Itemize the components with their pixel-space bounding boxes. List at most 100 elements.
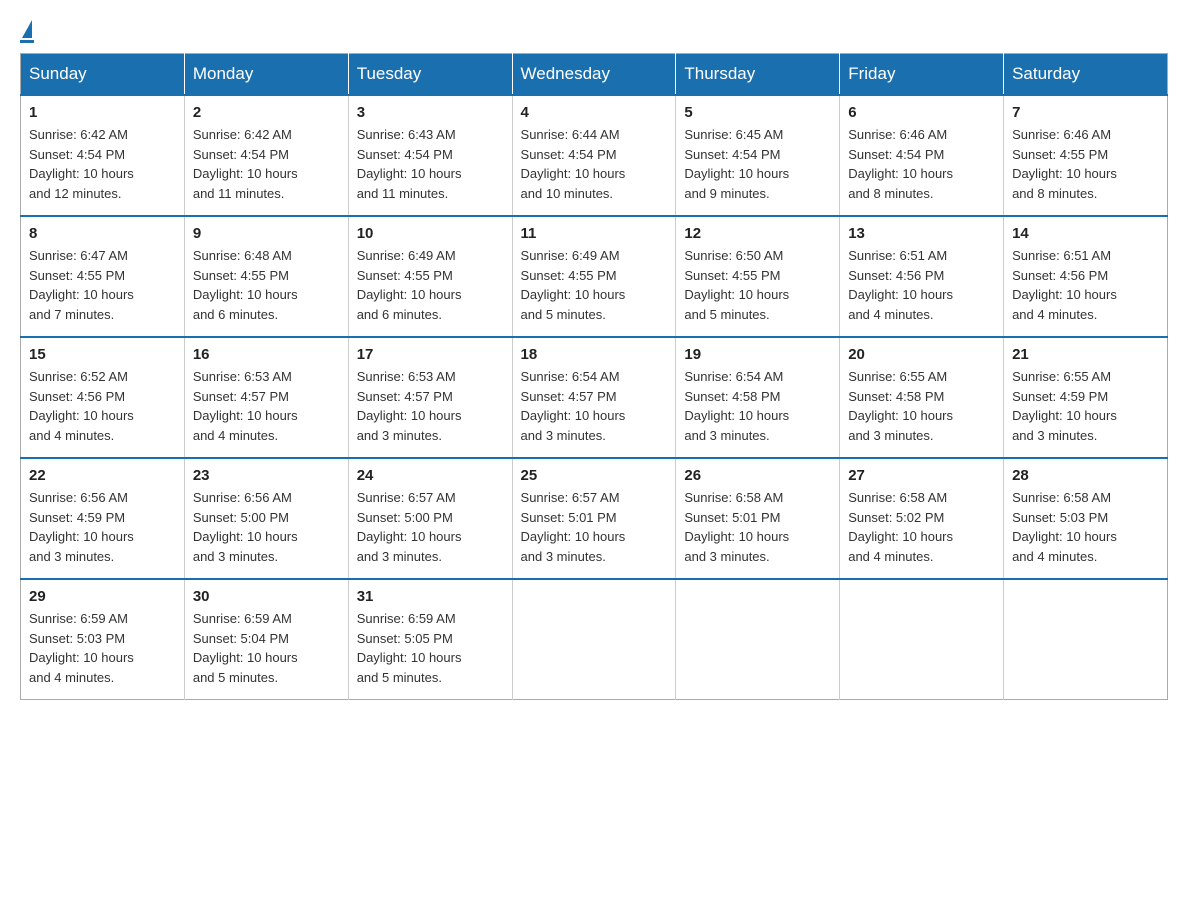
day-number: 6	[848, 104, 995, 121]
calendar-cell-w5-d4	[512, 579, 676, 700]
calendar-cell-w5-d7	[1004, 579, 1168, 700]
calendar-cell-w2-d1: 8Sunrise: 6:47 AMSunset: 4:55 PMDaylight…	[21, 216, 185, 337]
day-info: Sunrise: 6:45 AMSunset: 4:54 PMDaylight:…	[684, 125, 831, 203]
day-number: 12	[684, 225, 831, 242]
day-info: Sunrise: 6:51 AMSunset: 4:56 PMDaylight:…	[848, 246, 995, 324]
day-info: Sunrise: 6:58 AMSunset: 5:02 PMDaylight:…	[848, 488, 995, 566]
calendar-cell-w3-d6: 20 Sunrise: 6:55 AMSunset: 4:58 PMDayligh…	[840, 337, 1004, 458]
calendar-cell-w3-d3: 17 Sunrise: 6:53 AMSunset: 4:57 PMDayligh…	[348, 337, 512, 458]
calendar-week-5: 29 Sunrise: 6:59 AMSunset: 5:03 PMDayligh…	[21, 579, 1168, 700]
day-info: Sunrise: 6:46 AMSunset: 4:54 PMDaylight:…	[848, 125, 995, 203]
day-info: Sunrise: 6:58 AMSunset: 5:03 PMDaylight:…	[1012, 488, 1159, 566]
day-info: Sunrise: 6:55 AMSunset: 4:58 PMDaylight:…	[848, 367, 995, 445]
day-number: 29	[29, 588, 176, 605]
col-header-tuesday: Tuesday	[348, 54, 512, 96]
calendar-cell-w5-d2: 30 Sunrise: 6:59 AMSunset: 5:04 PMDayligh…	[184, 579, 348, 700]
day-info: Sunrise: 6:44 AMSunset: 4:54 PMDaylight:…	[521, 125, 668, 203]
page-header	[20, 20, 1168, 43]
day-info: Sunrise: 6:46 AMSunset: 4:55 PMDaylight:…	[1012, 125, 1159, 203]
calendar-cell-w4-d7: 28 Sunrise: 6:58 AMSunset: 5:03 PMDayligh…	[1004, 458, 1168, 579]
day-info: Sunrise: 6:54 AMSunset: 4:57 PMDaylight:…	[521, 367, 668, 445]
day-info: Sunrise: 6:59 AMSunset: 5:03 PMDaylight:…	[29, 609, 176, 687]
calendar-cell-w4-d1: 22 Sunrise: 6:56 AMSunset: 4:59 PMDayligh…	[21, 458, 185, 579]
calendar-cell-w1-d1: 1Sunrise: 6:42 AMSunset: 4:54 PMDaylight…	[21, 95, 185, 216]
day-info: Sunrise: 6:53 AMSunset: 4:57 PMDaylight:…	[357, 367, 504, 445]
day-info: Sunrise: 6:56 AMSunset: 4:59 PMDaylight:…	[29, 488, 176, 566]
day-number: 14	[1012, 225, 1159, 242]
day-number: 24	[357, 467, 504, 484]
col-header-thursday: Thursday	[676, 54, 840, 96]
calendar-cell-w4-d2: 23Sunrise: 6:56 AMSunset: 5:00 PMDayligh…	[184, 458, 348, 579]
day-number: 9	[193, 225, 340, 242]
calendar-header-row: Sunday Monday Tuesday Wednesday Thursday…	[21, 54, 1168, 96]
day-number: 8	[29, 225, 176, 242]
day-number: 28	[1012, 467, 1159, 484]
calendar-cell-w1-d6: 6 Sunrise: 6:46 AMSunset: 4:54 PMDaylight…	[840, 95, 1004, 216]
calendar-cell-w3-d2: 16Sunrise: 6:53 AMSunset: 4:57 PMDayligh…	[184, 337, 348, 458]
calendar-week-3: 15 Sunrise: 6:52 AMSunset: 4:56 PMDayligh…	[21, 337, 1168, 458]
day-number: 1	[29, 104, 176, 121]
calendar-cell-w2-d3: 10Sunrise: 6:49 AMSunset: 4:55 PMDayligh…	[348, 216, 512, 337]
day-info: Sunrise: 6:43 AMSunset: 4:54 PMDaylight:…	[357, 125, 504, 203]
calendar-cell-w1-d2: 2Sunrise: 6:42 AMSunset: 4:54 PMDaylight…	[184, 95, 348, 216]
col-header-monday: Monday	[184, 54, 348, 96]
calendar-cell-w5-d1: 29 Sunrise: 6:59 AMSunset: 5:03 PMDayligh…	[21, 579, 185, 700]
day-number: 19	[684, 346, 831, 363]
day-info: Sunrise: 6:49 AMSunset: 4:55 PMDaylight:…	[521, 246, 668, 324]
calendar-cell-w4-d3: 24 Sunrise: 6:57 AMSunset: 5:00 PMDayligh…	[348, 458, 512, 579]
calendar-week-2: 8Sunrise: 6:47 AMSunset: 4:55 PMDaylight…	[21, 216, 1168, 337]
day-number: 10	[357, 225, 504, 242]
calendar-cell-w3-d1: 15 Sunrise: 6:52 AMSunset: 4:56 PMDayligh…	[21, 337, 185, 458]
calendar-cell-w2-d4: 11 Sunrise: 6:49 AMSunset: 4:55 PMDayligh…	[512, 216, 676, 337]
day-info: Sunrise: 6:48 AMSunset: 4:55 PMDaylight:…	[193, 246, 340, 324]
day-info: Sunrise: 6:59 AMSunset: 5:05 PMDaylight:…	[357, 609, 504, 687]
calendar-cell-w5-d6	[840, 579, 1004, 700]
day-number: 4	[521, 104, 668, 121]
day-number: 17	[357, 346, 504, 363]
calendar-week-1: 1 Sunrise: 6:42 AMSunset: 4:54 PMDaylight…	[21, 95, 1168, 216]
day-info: Sunrise: 6:57 AMSunset: 5:00 PMDaylight:…	[357, 488, 504, 566]
day-number: 3	[357, 104, 504, 121]
day-info: Sunrise: 6:54 AMSunset: 4:58 PMDaylight:…	[684, 367, 831, 445]
day-number: 11	[521, 225, 668, 242]
day-number: 7	[1012, 104, 1159, 121]
col-header-saturday: Saturday	[1004, 54, 1168, 96]
day-info: Sunrise: 6:58 AMSunset: 5:01 PMDaylight:…	[684, 488, 831, 566]
calendar-cell-w4-d5: 26 Sunrise: 6:58 AMSunset: 5:01 PMDayligh…	[676, 458, 840, 579]
calendar-cell-w5-d5	[676, 579, 840, 700]
day-number: 22	[29, 467, 176, 484]
day-info: Sunrise: 6:42 AMSunset: 4:54 PMDaylight:…	[193, 125, 340, 203]
day-number: 31	[357, 588, 504, 605]
col-header-friday: Friday	[840, 54, 1004, 96]
day-number: 25	[521, 467, 668, 484]
day-number: 5	[684, 104, 831, 121]
col-header-wednesday: Wednesday	[512, 54, 676, 96]
day-number: 20	[848, 346, 995, 363]
calendar-cell-w1-d7: 7 Sunrise: 6:46 AMSunset: 4:55 PMDaylight…	[1004, 95, 1168, 216]
day-info: Sunrise: 6:51 AMSunset: 4:56 PMDaylight:…	[1012, 246, 1159, 324]
day-number: 30	[193, 588, 340, 605]
calendar-week-4: 22 Sunrise: 6:56 AMSunset: 4:59 PMDayligh…	[21, 458, 1168, 579]
calendar-cell-w5-d3: 31 Sunrise: 6:59 AMSunset: 5:05 PMDayligh…	[348, 579, 512, 700]
day-info: Sunrise: 6:59 AMSunset: 5:04 PMDaylight:…	[193, 609, 340, 687]
day-number: 18	[521, 346, 668, 363]
col-header-sunday: Sunday	[21, 54, 185, 96]
calendar-cell-w1-d4: 4 Sunrise: 6:44 AMSunset: 4:54 PMDaylight…	[512, 95, 676, 216]
calendar-cell-w3-d5: 19 Sunrise: 6:54 AMSunset: 4:58 PMDayligh…	[676, 337, 840, 458]
day-info: Sunrise: 6:52 AMSunset: 4:56 PMDaylight:…	[29, 367, 176, 445]
day-info: Sunrise: 6:55 AMSunset: 4:59 PMDaylight:…	[1012, 367, 1159, 445]
calendar-cell-w2-d2: 9 Sunrise: 6:48 AMSunset: 4:55 PMDaylight…	[184, 216, 348, 337]
calendar-cell-w1-d5: 5 Sunrise: 6:45 AMSunset: 4:54 PMDaylight…	[676, 95, 840, 216]
day-number: 26	[684, 467, 831, 484]
calendar-cell-w3-d7: 21Sunrise: 6:55 AMSunset: 4:59 PMDayligh…	[1004, 337, 1168, 458]
day-info: Sunrise: 6:53 AMSunset: 4:57 PMDaylight:…	[193, 367, 340, 445]
day-number: 13	[848, 225, 995, 242]
logo-underline	[20, 40, 34, 43]
calendar-cell-w2-d5: 12Sunrise: 6:50 AMSunset: 4:55 PMDayligh…	[676, 216, 840, 337]
calendar-table: Sunday Monday Tuesday Wednesday Thursday…	[20, 53, 1168, 700]
logo	[20, 20, 34, 43]
day-info: Sunrise: 6:57 AMSunset: 5:01 PMDaylight:…	[521, 488, 668, 566]
calendar-cell-w3-d4: 18 Sunrise: 6:54 AMSunset: 4:57 PMDayligh…	[512, 337, 676, 458]
day-number: 15	[29, 346, 176, 363]
calendar-cell-w2-d7: 14 Sunrise: 6:51 AMSunset: 4:56 PMDayligh…	[1004, 216, 1168, 337]
